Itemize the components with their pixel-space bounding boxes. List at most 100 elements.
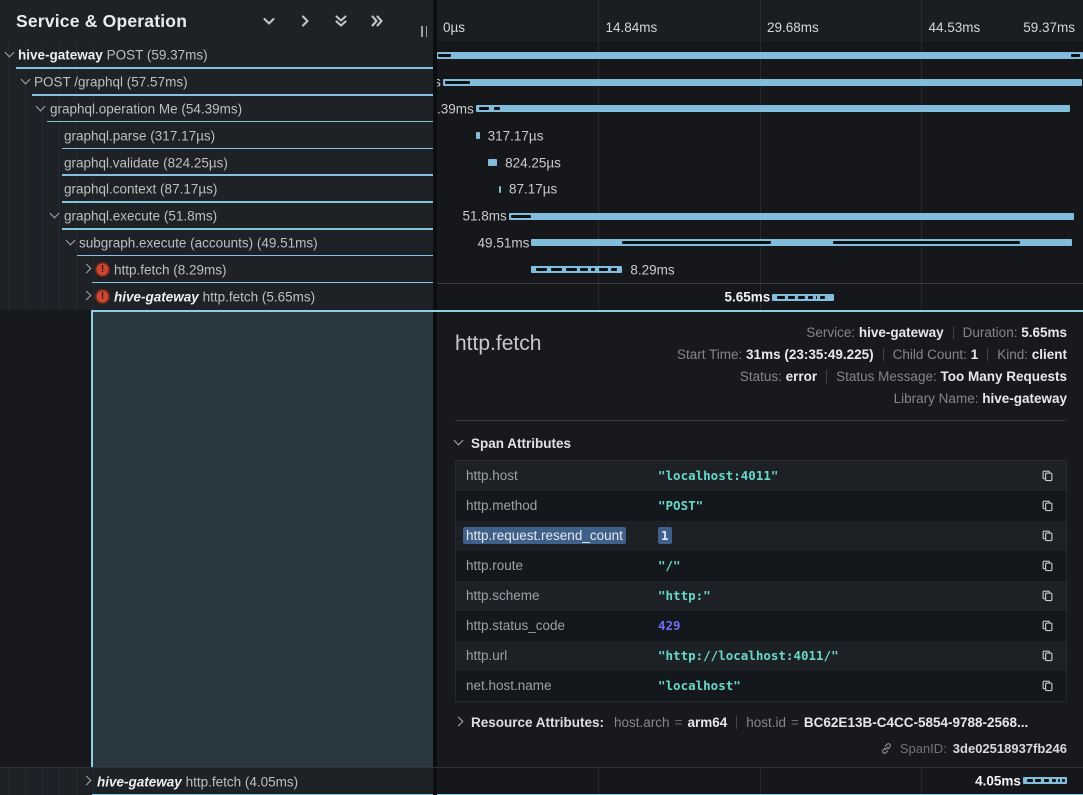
detail-meta-line: Service: hive-gatewayDuration: 5.65ms: [677, 322, 1067, 344]
meta-label: Status:: [740, 369, 786, 384]
span-bar[interactable]: [488, 159, 497, 166]
timeline-row[interactable]: 5.65ms: [437, 283, 1083, 310]
span-bar[interactable]: [476, 132, 480, 139]
equals-sign: =: [675, 715, 683, 730]
copy-icon[interactable]: [1038, 527, 1056, 545]
span-bar[interactable]: [443, 79, 1082, 86]
span-row[interactable]: graphql.context (87.17µs)87.17µs: [0, 176, 1083, 203]
timeline-axis[interactable]: 0µs14.84ms29.68ms44.53ms59.37ms: [437, 0, 1083, 42]
span-row[interactable]: !hive-gateway http.fetch (5.65ms)5.65ms: [0, 283, 1083, 310]
timeline-row[interactable]: 824.25µs: [437, 149, 1083, 176]
duration-label: 8.29ms: [630, 262, 674, 277]
attribute-row[interactable]: net.host.name"localhost": [456, 671, 1066, 701]
tree-cell: graphql.validate (824.25µs): [0, 149, 433, 176]
span-bar[interactable]: [499, 186, 501, 193]
detail-meta-line: Start Time: 31ms (23:35:49.225)Child Cou…: [677, 344, 1067, 366]
chevron-down-icon[interactable]: [5, 50, 15, 60]
operation-name: POST (59.37ms): [107, 48, 208, 63]
chevron-down-icon[interactable]: [36, 104, 46, 114]
chevron-right-icon[interactable]: [83, 777, 93, 787]
service-name: hive-gateway: [18, 48, 103, 63]
meta-value: client: [1032, 347, 1067, 362]
span-rows: hive-gateway POST (59.37ms)POST /graphql…: [0, 42, 1083, 310]
timeline-row[interactable]: 54.39ms: [437, 96, 1083, 123]
timeline-row[interactable]: 57.57ms: [437, 69, 1083, 96]
child-span-mark: [445, 81, 470, 84]
attribute-row[interactable]: http.scheme"http:": [456, 581, 1066, 611]
spanid-value: 3de02518937fb246: [953, 741, 1067, 756]
operation-name: POST /graphql (57.57ms): [34, 75, 188, 90]
error-icon: !: [95, 289, 110, 304]
copy-icon[interactable]: [1038, 557, 1056, 575]
span-bar[interactable]: [437, 52, 1083, 59]
operation-name: subgraph.execute (accounts) (49.51ms): [79, 235, 318, 250]
attribute-row[interactable]: http.route"/": [456, 551, 1066, 581]
timeline-row[interactable]: 49.51ms: [437, 230, 1083, 257]
axis-tick: 44.53ms: [929, 20, 981, 35]
copy-icon[interactable]: [1038, 497, 1056, 515]
attribute-row[interactable]: http.host"localhost:4011": [456, 461, 1066, 491]
span-bar[interactable]: [476, 105, 1070, 112]
chevron-right-icon[interactable]: [83, 265, 93, 275]
span-row[interactable]: graphql.parse (317.17µs)317.17µs: [0, 122, 1083, 149]
double-chevron-down-icon[interactable]: [332, 13, 349, 30]
chevron-right-icon[interactable]: [296, 13, 313, 30]
tree-header: Service & Operation: [0, 0, 433, 42]
error-icon: !: [95, 262, 110, 277]
attribute-value: "http:": [658, 588, 711, 603]
resource-attributes[interactable]: Resource Attributes:host.arch=arm64host.…: [455, 715, 1067, 730]
meta-label: Library Name:: [894, 391, 983, 406]
span-attributes-header[interactable]: Span Attributes: [455, 436, 1067, 451]
duration-label: 51.8ms: [462, 209, 506, 224]
child-span-mark: [798, 296, 805, 299]
attribute-row[interactable]: http.url"http://localhost:4011/": [456, 641, 1066, 671]
attribute-key: net.host.name: [466, 678, 658, 693]
span-row[interactable]: POST /graphql (57.57ms) 57.57ms: [0, 69, 1083, 96]
span-row[interactable]: hive-gateway http.fetch (4.05ms) 4.05ms: [0, 768, 1083, 795]
span-row[interactable]: hive-gateway POST (59.37ms): [0, 42, 1083, 69]
attribute-row[interactable]: http.status_code429: [456, 611, 1066, 641]
resource-separator: [736, 716, 737, 729]
span-row[interactable]: ! http.fetch (8.29ms) 8.29ms: [0, 256, 1083, 283]
timeline-row[interactable]: 87.17µs: [437, 176, 1083, 203]
double-chevron-right-icon[interactable]: [368, 13, 385, 30]
panel-resize-handle[interactable]: [421, 26, 427, 37]
meta-value: hive-gateway: [982, 391, 1067, 406]
copy-icon[interactable]: [1038, 647, 1056, 665]
timeline-row[interactable]: 4.05ms: [437, 768, 1083, 795]
attribute-row[interactable]: http.method"POST": [456, 491, 1066, 521]
tree-cell: graphql.operation Me (54.39ms): [0, 96, 433, 123]
attribute-row[interactable]: http.request.resend_count1: [456, 521, 1066, 551]
child-span-mark: [777, 296, 784, 299]
copy-icon[interactable]: [1038, 677, 1056, 695]
chevron-down-icon[interactable]: [21, 77, 31, 87]
chevron-down-icon[interactable]: [66, 238, 76, 248]
timeline-row[interactable]: [437, 42, 1083, 69]
span-row[interactable]: subgraph.execute (accounts) (49.51ms) 49.…: [0, 230, 1083, 257]
span-bar[interactable]: [509, 213, 1074, 220]
service-name: hive-gateway: [97, 774, 182, 789]
span-row[interactable]: graphql.operation Me (54.39ms)54.39ms: [0, 96, 1083, 123]
copy-icon[interactable]: [1038, 617, 1056, 635]
timeline-row[interactable]: 8.29ms: [437, 256, 1083, 283]
operation-name: http.fetch (4.05ms): [186, 774, 299, 789]
operation-name: http.fetch (5.65ms): [203, 289, 316, 304]
span-row[interactable]: graphql.execute (51.8ms)51.8ms: [0, 203, 1083, 230]
chevron-right-icon[interactable]: [83, 292, 93, 302]
copy-icon[interactable]: [1038, 587, 1056, 605]
chevron-down-icon[interactable]: [260, 13, 277, 30]
attribute-value: "POST": [658, 498, 703, 513]
span-label: http.fetch (8.29ms): [114, 262, 227, 277]
meta-separator: [953, 326, 954, 339]
timeline-row[interactable]: 317.17µs: [437, 122, 1083, 149]
axis-tick: 29.68ms: [767, 20, 819, 35]
attribute-value: "http://localhost:4011/": [658, 648, 839, 663]
child-span-mark: [1071, 54, 1079, 57]
timeline-row[interactable]: 51.8ms: [437, 203, 1083, 230]
copy-icon[interactable]: [1038, 467, 1056, 485]
span-row[interactable]: graphql.validate (824.25µs)824.25µs: [0, 149, 1083, 176]
chevron-down-icon[interactable]: [50, 211, 60, 221]
meta-label: Kind:: [997, 347, 1032, 362]
child-span-mark: [788, 296, 795, 299]
span-label: subgraph.execute (accounts) (49.51ms): [79, 235, 318, 250]
